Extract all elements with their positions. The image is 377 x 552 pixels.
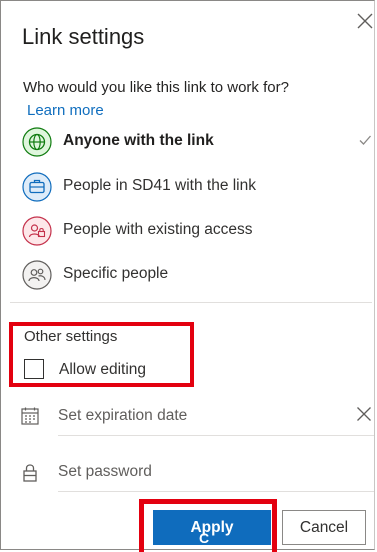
option-people-in-org[interactable]: People in SD41 with the link	[22, 172, 372, 202]
option-label: People with existing access	[63, 221, 253, 238]
option-label: Specific people	[63, 265, 169, 282]
option-label: Anyone with the link	[63, 132, 214, 149]
cancel-button[interactable]: Cancel	[282, 510, 366, 545]
expiration-date-field[interactable]	[20, 400, 374, 436]
option-anyone-with-link[interactable]: Anyone with the link	[22, 127, 372, 157]
clear-date-icon[interactable]	[356, 406, 372, 422]
option-specific-people[interactable]: Specific people	[22, 260, 372, 290]
close-icon[interactable]	[356, 12, 374, 30]
organization-icon	[22, 172, 52, 202]
divider	[10, 302, 372, 303]
password-field[interactable]	[20, 456, 374, 492]
highlight-box-other-settings	[9, 322, 194, 387]
audience-question: Who would you like this link to work for…	[23, 79, 289, 96]
password-input[interactable]	[58, 457, 358, 487]
expiration-date-input[interactable]	[58, 401, 358, 431]
cursor-letter: C	[199, 530, 210, 546]
people-icon	[22, 260, 52, 290]
existing-access-icon	[22, 216, 52, 246]
option-existing-access[interactable]: People with existing access	[22, 216, 372, 246]
option-label: People in SD41 with the link	[63, 177, 257, 194]
lock-icon	[23, 464, 37, 482]
field-underline	[58, 491, 374, 492]
dialog-title: Link settings	[22, 24, 145, 49]
learn-more-link[interactable]: Learn more	[27, 102, 104, 119]
globe-icon	[22, 127, 52, 157]
checkmark-icon	[359, 135, 371, 145]
calendar-icon	[21, 407, 39, 425]
field-underline	[58, 435, 374, 436]
